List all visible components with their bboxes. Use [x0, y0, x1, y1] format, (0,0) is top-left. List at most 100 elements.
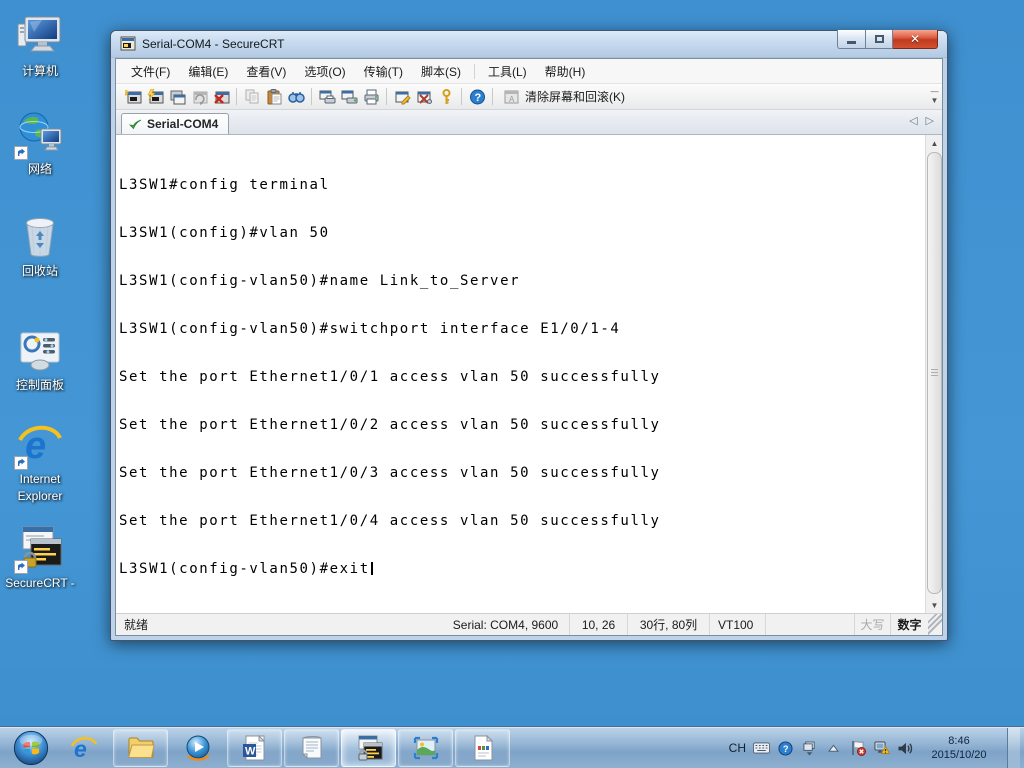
help-icon: ? — [469, 89, 485, 104]
menu-edit[interactable]: 编辑(E) — [179, 59, 237, 84]
menu-file[interactable]: 文件(F) — [122, 59, 179, 84]
close-button[interactable]: ✕ — [893, 30, 938, 49]
scroll-up-icon[interactable]: ▲ — [926, 135, 942, 151]
desktop-icon-recycle-bin[interactable]: 回收站 — [2, 212, 78, 280]
desktop-icon-label: 网络 — [27, 162, 52, 176]
menu-transfer[interactable]: 传输(T) — [355, 59, 412, 84]
volume-icon[interactable] — [897, 740, 914, 757]
tab-serial-com4[interactable]: Serial-COM4 — [121, 113, 230, 134]
minimize-button[interactable] — [837, 30, 866, 49]
menu-separator — [473, 63, 475, 79]
status-emulation: VT100 — [710, 614, 766, 635]
terminal-line: L3SW1(config)#vlan 50 — [119, 225, 330, 241]
session-options-icon — [395, 91, 411, 104]
maximize-icon — [874, 35, 884, 43]
menu-bar: 文件(F) 编辑(E) 查看(V) 选项(O) 传输(T) 脚本(S) 工具(L… — [116, 59, 942, 84]
terminal-line: L3SW1#config terminal — [119, 177, 330, 193]
desktop-icon-label: SecureCRT - — [5, 576, 75, 590]
reconnect-button[interactable] — [188, 86, 210, 108]
print-button[interactable] — [360, 86, 382, 108]
desktop-icon-label: 计算机 — [21, 64, 58, 78]
menu-view[interactable]: 查看(V) — [237, 59, 295, 84]
terminal-area: L3SW1#config terminal L3SW1(config)#vlan… — [116, 135, 942, 613]
language-indicator[interactable]: CH — [729, 741, 746, 755]
quick-connect-button[interactable] — [144, 86, 166, 108]
toolbar-overflow-button[interactable]: — ▼ — [929, 87, 940, 107]
menu-tools[interactable]: 工具(L) — [479, 59, 536, 84]
minimize-icon — [847, 40, 856, 44]
keyboard-icon[interactable] — [753, 740, 770, 757]
connect-in-tab-button[interactable] — [166, 86, 188, 108]
clock-time: 8:46 — [948, 735, 970, 747]
taskbar: e W CH ? 8:46 2015/10/20 — [0, 727, 1024, 768]
show-desktop-button[interactable] — [1007, 727, 1020, 768]
vertical-scrollbar[interactable]: ▲ ▼ — [925, 135, 942, 613]
desktop-icon-internet-explorer[interactable]: e Internet Explorer — [2, 420, 78, 505]
tab-label: Serial-COM4 — [147, 117, 219, 131]
taskbar-script-document[interactable] — [455, 729, 510, 767]
menu-options[interactable]: 选项(O) — [295, 59, 354, 84]
clear-screen-button[interactable]: A 清除屏幕和回滚(K) — [497, 86, 631, 107]
close-icon: ✕ — [909, 32, 921, 46]
resize-grip[interactable] — [928, 614, 942, 635]
terminal-screen[interactable]: L3SW1#config terminal L3SW1(config)#vlan… — [116, 135, 925, 613]
show-hidden-icons-arrow[interactable] — [825, 740, 842, 757]
taskbar-securecrt[interactable] — [341, 729, 396, 767]
taskbar-clock[interactable]: 8:46 2015/10/20 — [921, 734, 997, 762]
media-player-icon — [186, 735, 210, 761]
menu-help[interactable]: 帮助(H) — [536, 59, 595, 84]
system-tray: CH ? 8:46 2015/10/20 — [729, 727, 1024, 768]
connect-in-tab-icon — [170, 90, 185, 104]
find-button[interactable] — [285, 86, 307, 108]
toolbar-separator — [492, 88, 493, 105]
start-button[interactable] — [7, 728, 55, 768]
print-setup-button[interactable] — [338, 86, 360, 108]
help-button[interactable]: ? — [466, 86, 488, 108]
scroll-down-icon[interactable]: ▼ — [926, 597, 942, 613]
tab-scroll-left-icon[interactable]: ◁ — [909, 114, 917, 127]
taskbar-internet-explorer[interactable]: e — [56, 729, 111, 767]
action-center-flag-icon[interactable] — [849, 740, 866, 757]
copy-button[interactable] — [241, 86, 263, 108]
text-cursor — [370, 562, 373, 575]
print-preview-button[interactable] — [316, 86, 338, 108]
window-popup-icon[interactable] — [801, 740, 818, 757]
tab-bar: Serial-COM4 ◁ ▷ — [116, 110, 942, 135]
internet-explorer-icon: e — [14, 420, 64, 470]
scrollbar-thumb[interactable] — [927, 152, 942, 594]
taskbar-word[interactable]: W — [227, 729, 282, 767]
taskbar-image-viewer[interactable] — [398, 729, 453, 767]
terminal-line-current: L3SW1(config-vlan50)#exit — [119, 561, 925, 577]
computer-icon — [16, 12, 64, 60]
connect-button[interactable] — [122, 86, 144, 108]
tab-scroll-right-icon[interactable]: ▷ — [926, 114, 934, 127]
maximize-button[interactable] — [866, 30, 893, 49]
title-bar[interactable]: Serial-COM4 - SecureCRT ✕ — [111, 30, 947, 58]
terminal-line: Set the port Ethernet1/0/3 access vlan 5… — [119, 465, 661, 481]
disconnect-button[interactable] — [210, 86, 232, 108]
print-setup-icon — [341, 90, 357, 103]
desktop-icon-control-panel[interactable]: 控制面板 — [2, 326, 78, 394]
desktop-icon-network[interactable]: 网络 — [2, 110, 78, 178]
menu-script[interactable]: 脚本(S) — [412, 59, 470, 84]
terminal-line: L3SW1(config-vlan50)#switchport interfac… — [119, 321, 621, 337]
internet-explorer-icon: e — [70, 736, 97, 762]
desktop-icon-computer[interactable]: 计算机 — [2, 12, 78, 80]
taskbar-notepad[interactable] — [284, 729, 339, 767]
help-tray-icon[interactable]: ? — [777, 740, 794, 757]
toolbar-separator — [461, 88, 462, 105]
chevron-down-icon: ▼ — [930, 96, 939, 105]
taskbar-media-player[interactable] — [170, 729, 225, 767]
print-preview-icon — [319, 90, 335, 103]
desktop-icon-securecrt[interactable]: SecureCRT - — [2, 524, 78, 592]
control-panel-icon — [16, 326, 64, 374]
keymap-button[interactable] — [435, 86, 457, 108]
paste-button[interactable] — [263, 86, 285, 108]
global-options-button[interactable] — [413, 86, 435, 108]
taskbar-windows-explorer[interactable] — [113, 729, 168, 767]
network-icon — [14, 110, 64, 160]
shortcut-arrow-icon — [14, 146, 28, 160]
session-options-button[interactable] — [391, 86, 413, 108]
network-warning-icon[interactable] — [873, 740, 890, 757]
status-num-lock: 数字 — [897, 618, 922, 632]
